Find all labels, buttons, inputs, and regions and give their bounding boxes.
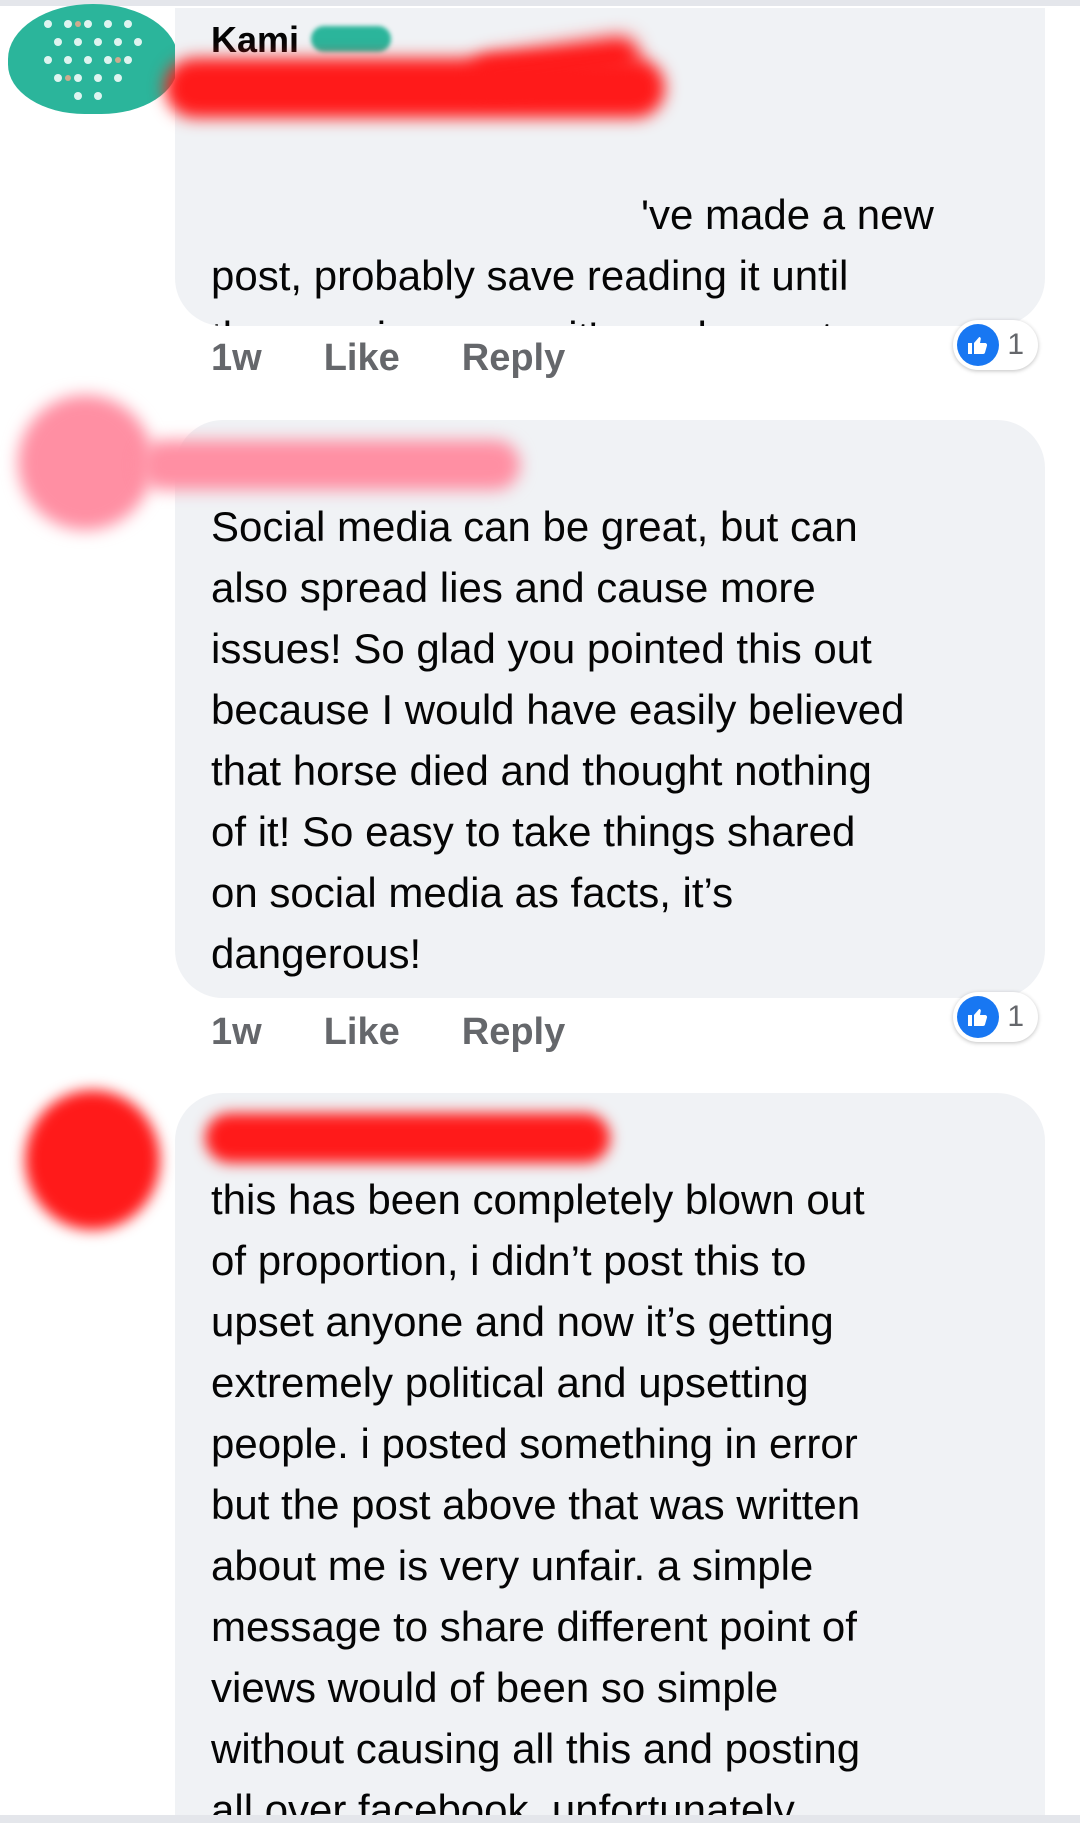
comment-timestamp[interactable]: 1w <box>211 337 262 380</box>
reply-button[interactable]: Reply <box>462 1011 565 1054</box>
reaction-count[interactable]: 1 <box>953 992 1038 1042</box>
comment-bubble[interactable]: Social media can be great, but can also … <box>175 420 1045 998</box>
comment-text: this has been completely blown out of pr… <box>211 1176 865 1823</box>
comment-bubble[interactable]: this has been completely blown out of pr… <box>175 1093 1045 1823</box>
thumbs-up-icon <box>957 324 1000 366</box>
comment-actions: 1w Like Reply <box>211 333 565 383</box>
reaction-count-value: 1 <box>1007 328 1024 361</box>
redacted-author-scribble <box>311 26 391 52</box>
reaction-count[interactable]: 1 <box>953 320 1038 370</box>
like-button[interactable]: Like <box>324 1011 400 1054</box>
thumbs-up-icon <box>957 996 1000 1038</box>
comment-actions: 1w Like Reply <box>211 1007 565 1057</box>
comment-text: Social media can be great, but can also … <box>211 503 905 977</box>
avatar[interactable] <box>18 395 153 530</box>
redaction-mark <box>205 1113 610 1163</box>
comment-timestamp[interactable]: 1w <box>211 1011 262 1054</box>
like-button[interactable]: Like <box>324 337 400 380</box>
reply-button[interactable]: Reply <box>462 337 565 380</box>
redaction-mark <box>140 440 520 490</box>
avatar[interactable] <box>8 4 178 114</box>
avatar-pattern-icon <box>44 20 142 100</box>
avatar[interactable] <box>25 1090 160 1230</box>
bottom-divider <box>0 1815 1080 1823</box>
reaction-count-value: 1 <box>1007 1000 1024 1033</box>
